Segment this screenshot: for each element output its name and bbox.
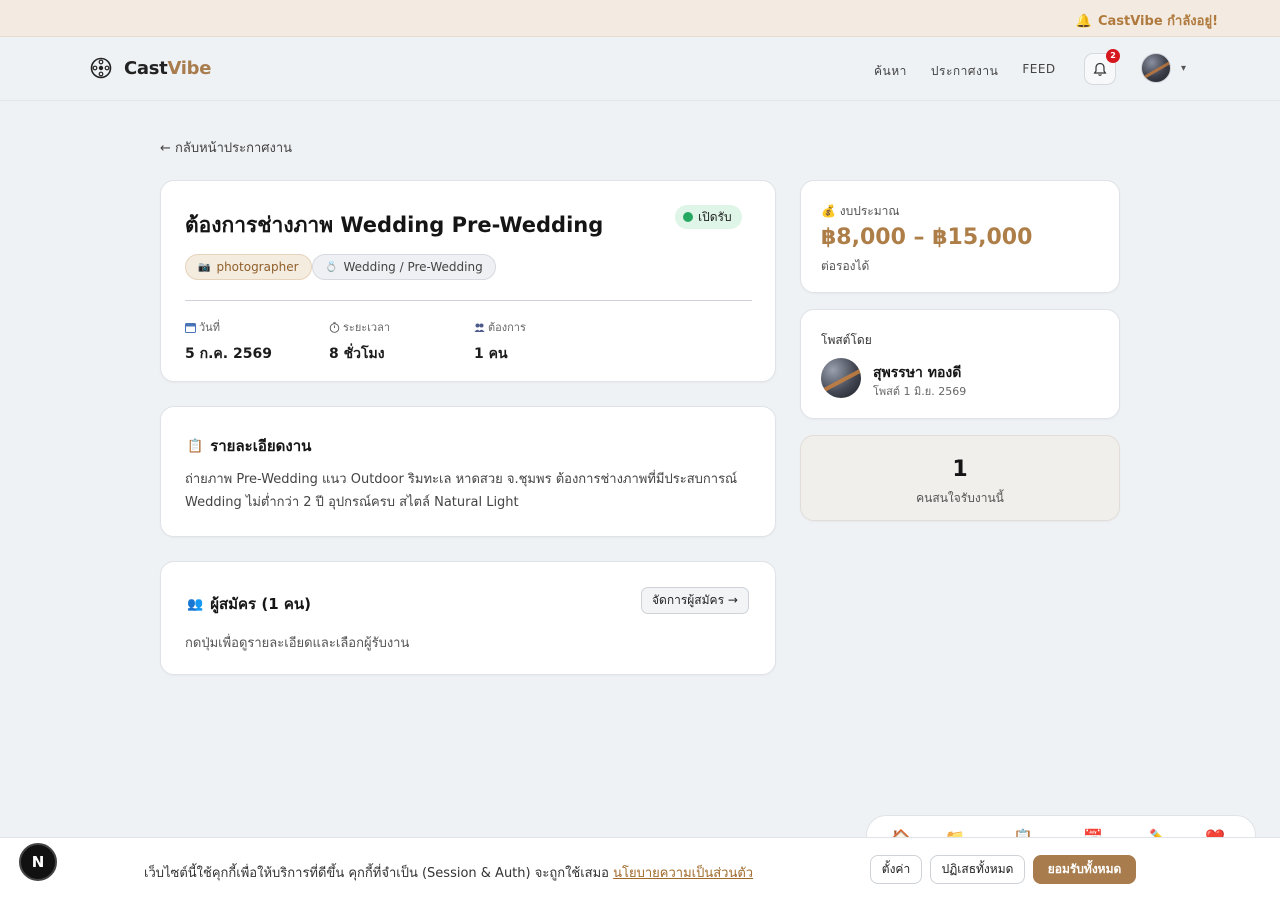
interest-label: คนสนใจรับงานนี้ <box>916 491 1004 505</box>
poster-name[interactable]: สุพรรษา ทองดี <box>873 362 961 384</box>
status-badge: เปิดรับ <box>675 205 742 229</box>
budget-value: ฿8,000 – ฿15,000 <box>821 225 1033 250</box>
brand-logo[interactable]: CastVibe <box>90 57 211 79</box>
status-dot-icon <box>683 212 693 222</box>
calendar-icon <box>185 322 196 333</box>
nav-link-search[interactable]: ค้นหา <box>874 62 907 81</box>
top-navbar: CastVibe ค้นหา ประกาศงาน FEED 2 ▾ <box>0 37 1280 101</box>
manage-applicants-button[interactable]: จัดการผู้สมัคร → <box>641 587 749 614</box>
cookie-message-text: เว็บไซต์นี้ใช้คุกกี้เพื่อให้บริการที่ดีข… <box>144 866 614 881</box>
next-dev-indicator[interactable]: N <box>19 843 57 881</box>
meta-headcount: ต้องการ 1 คน <box>474 318 526 365</box>
clipboard-icon: 📋 <box>187 438 204 454</box>
nav-link-jobs[interactable]: ประกาศงาน <box>931 62 998 81</box>
meta-duration: ระยะเวลา 8 ชั่วโมง <box>329 318 390 365</box>
meta-headcount-value: 1 คน <box>474 346 508 362</box>
budget-negotiable: ต่อรองได้ <box>821 259 870 273</box>
meta-headcount-label: ต้องการ <box>488 321 526 334</box>
brand-name-a: Cast <box>124 57 168 79</box>
meta-date-value: 5 ก.ค. 2569 <box>185 346 272 362</box>
job-details-card: 📋 รายละเอียดงาน ถ่ายภาพ Pre-Wedding แนว … <box>160 406 776 537</box>
poster-label: โพสต์โดย <box>821 333 872 347</box>
budget-card: 💰 งบประมาณ ฿8,000 – ฿15,000 ต่อรองได้ <box>800 180 1120 293</box>
applicants-hint: กดปุ่มเพื่อดูรายละเอียดและเลือกผู้รับงาน <box>185 636 410 651</box>
bell-icon: 🔔 <box>1075 14 1092 29</box>
people-icon: 👥 <box>187 596 204 612</box>
poster-card: โพสต์โดย สุพรรษา ทองดี โพสต์ 1 มิ.ย. 256… <box>800 309 1120 419</box>
cookie-message: เว็บไซต์นี้ใช้คุกกี้เพื่อให้บริการที่ดีข… <box>144 862 753 883</box>
interest-card: 1 คนสนใจรับงานนี้ <box>800 435 1120 521</box>
role-tag-label: photographer <box>216 260 299 274</box>
meta-duration-value: 8 ชั่วโมง <box>329 346 385 362</box>
category-tag: 💍 Wedding / Pre-Wedding <box>312 254 496 280</box>
budget-label-wrap: 💰 งบประมาณ <box>821 202 900 221</box>
banner-text-wrap: 🔔 CastVibe กำลังอยู่! <box>1076 10 1218 31</box>
cookie-accept-button[interactable]: ยอมรับทั้งหมด <box>1033 855 1136 884</box>
nav-links: ค้นหา ประกาศงาน FEED <box>874 62 1080 81</box>
role-tag: 📷 photographer <box>185 254 312 280</box>
notifications-button[interactable]: 2 <box>1084 49 1120 85</box>
category-tag-label: Wedding / Pre-Wedding <box>343 260 483 274</box>
privacy-policy-link[interactable]: นโยบายความเป็นส่วนตัว <box>613 866 753 881</box>
banner-text: CastVibe กำลังอยู่! <box>1097 14 1218 29</box>
applicants-title: ผู้สมัคร (1 คน) <box>210 595 311 613</box>
poster-date: โพสต์ 1 มิ.ย. 2569 <box>873 385 967 398</box>
divider <box>185 300 752 301</box>
poster-avatar[interactable] <box>821 358 861 398</box>
details-description: ถ่ายภาพ Pre-Wedding แนว Outdoor ริมทะเล … <box>185 472 738 510</box>
chevron-down-icon[interactable]: ▾ <box>1181 63 1186 74</box>
cookie-reject-button[interactable]: ปฏิเสธทั้งหมด <box>930 855 1025 884</box>
people-icon <box>474 323 485 332</box>
status-text: เปิดรับ <box>698 209 732 224</box>
brand-name: CastVibe <box>124 58 211 79</box>
meta-duration-label: ระยะเวลา <box>343 321 391 334</box>
notification-bell-icon <box>1093 62 1107 76</box>
budget-label: งบประมาณ <box>839 204 900 218</box>
meta-date-label: วันที่ <box>199 321 220 334</box>
applicants-card: 👥 ผู้สมัคร (1 คน) จัดการผู้สมัคร → กดปุ่… <box>160 561 776 675</box>
brand-name-b: Vibe <box>167 57 212 79</box>
user-avatar[interactable] <box>1141 53 1171 83</box>
back-to-jobs-link[interactable]: ← กลับหน้าประกาศงาน <box>160 137 292 158</box>
cookie-banner: เว็บไซต์นี้ใช้คุกกี้เพื่อให้บริการที่ดีข… <box>0 837 1280 900</box>
announcement-banner: 🔔 CastVibe กำลังอยู่! <box>0 0 1280 37</box>
money-bag-icon: 💰 <box>821 204 840 218</box>
meta-date: วันที่ 5 ก.ค. 2569 <box>185 318 272 365</box>
nav-link-feed[interactable]: FEED <box>1022 62 1055 81</box>
ring-icon: 💍 <box>325 261 338 273</box>
job-title: ต้องการช่างภาพ Wedding Pre-Wedding <box>185 213 604 237</box>
details-title: รายละเอียดงาน <box>210 437 312 455</box>
interest-count: 1 <box>952 457 968 482</box>
job-summary-card: ต้องการช่างภาพ Wedding Pre-Wedding เปิดร… <box>160 180 776 382</box>
notification-count-badge: 2 <box>1106 49 1120 63</box>
cookie-settings-button[interactable]: ตั้งค่า <box>870 855 922 884</box>
camera-icon: 📷 <box>198 261 211 273</box>
applicants-heading: 👥 ผู้สมัคร (1 คน) <box>187 592 311 616</box>
film-reel-icon <box>90 57 112 79</box>
stopwatch-icon <box>329 321 340 333</box>
details-heading: 📋 รายละเอียดงาน <box>187 434 311 458</box>
